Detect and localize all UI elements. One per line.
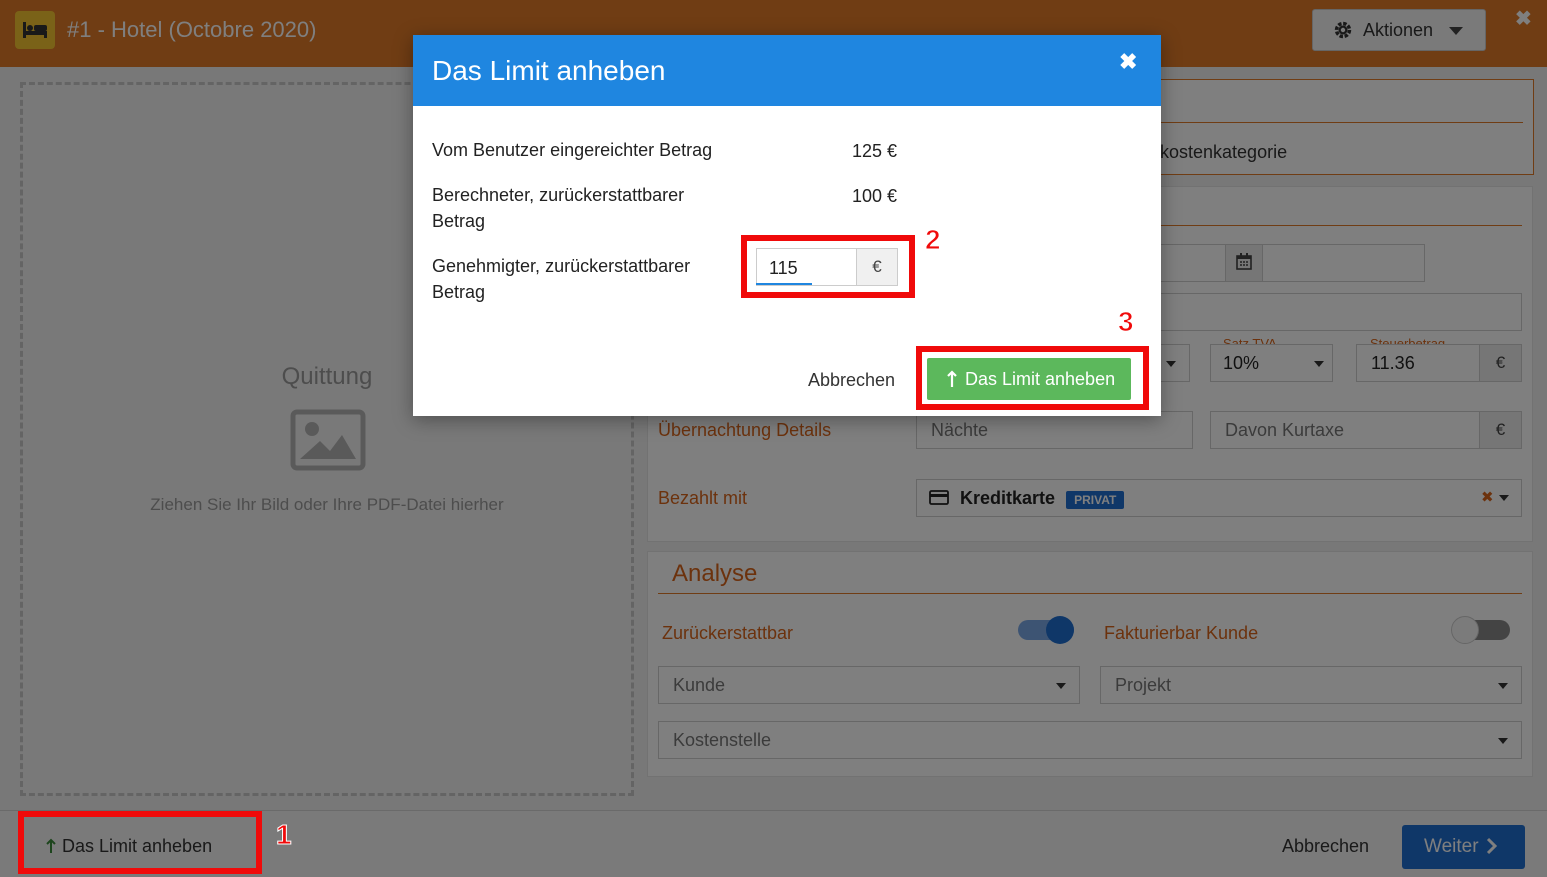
calculated-amount-label: Berechneter, zurückerstattbarer Betrag (432, 185, 685, 231)
calculated-amount-value: 100 € (852, 186, 898, 206)
annotation-box-2 (741, 235, 915, 298)
dialog-header: Das Limit anheben ✖ (413, 35, 1161, 106)
approved-amount-label: Genehmigter, zurückerstattbarer Betrag (432, 256, 691, 302)
submitted-amount-label: Vom Benutzer eingereichter Betrag (432, 140, 713, 160)
annotation-number-1: 1 (276, 819, 293, 851)
annotation-number-2: 2 (925, 224, 942, 256)
dialog-cancel-button[interactable]: Abbrechen (808, 370, 895, 391)
submitted-amount-value: 125 € (852, 141, 898, 161)
close-icon[interactable]: ✖ (1119, 49, 1137, 75)
annotation-number-3: 3 (1118, 306, 1135, 338)
annotation-box-3 (916, 346, 1149, 410)
annotation-box-1 (18, 811, 262, 874)
dialog-title: Das Limit anheben (432, 55, 666, 86)
